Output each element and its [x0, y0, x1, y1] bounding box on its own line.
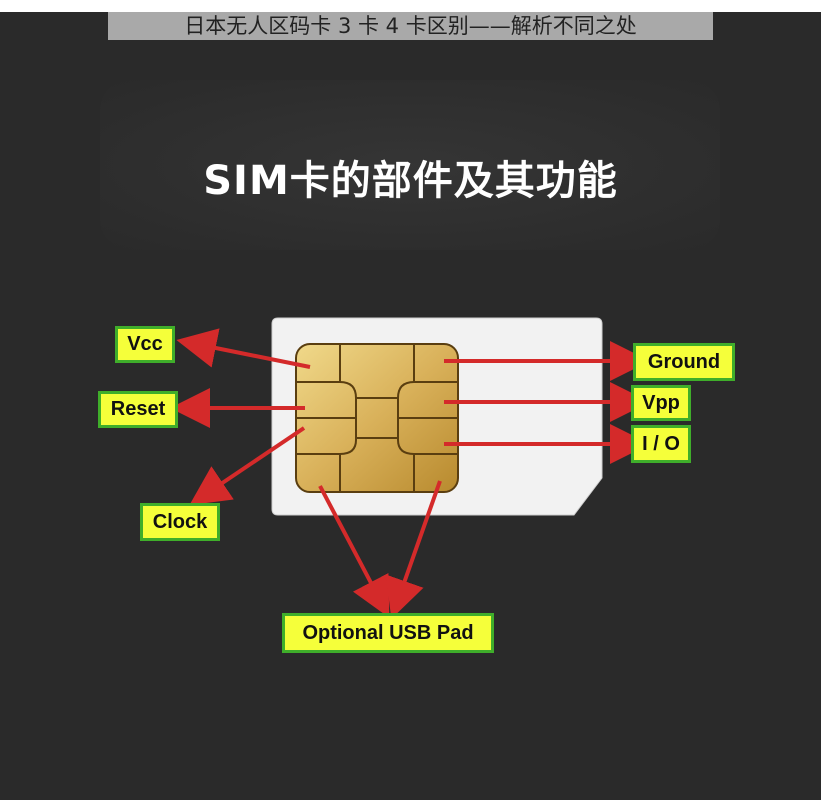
sim-chip	[295, 343, 459, 493]
label-reset: Reset	[98, 391, 178, 428]
label-optional-usb-pad: Optional USB Pad	[282, 613, 494, 653]
label-io: I / O	[631, 425, 691, 463]
label-vcc: Vcc	[115, 326, 175, 363]
label-ground: Ground	[633, 343, 735, 381]
label-clock: Clock	[140, 503, 220, 541]
label-vpp: Vpp	[631, 385, 691, 421]
